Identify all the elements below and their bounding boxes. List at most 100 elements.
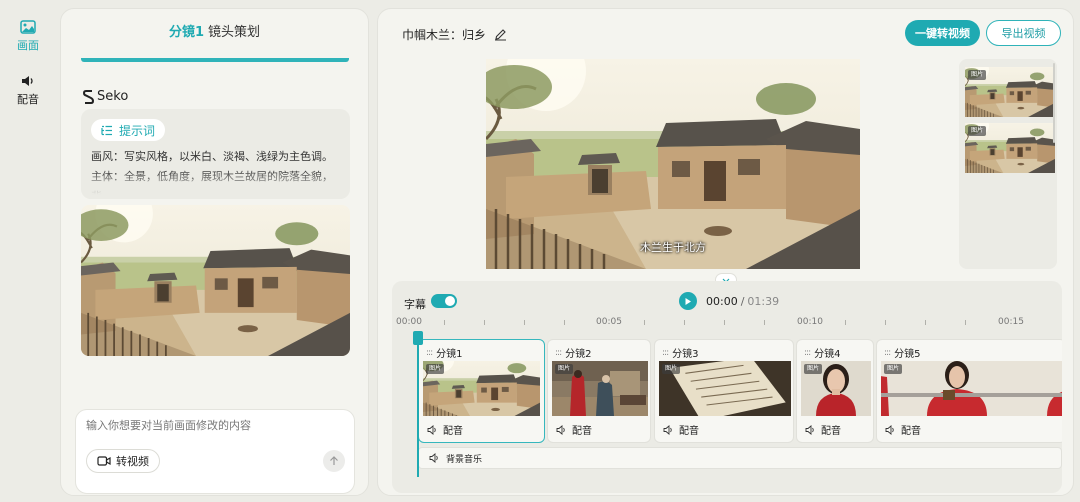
to-video-button[interactable]: 转视频 — [86, 449, 160, 473]
clip-name: 分镜3 — [672, 349, 699, 360]
thumbnail-strip: 图片 图片 — [959, 59, 1057, 269]
drag-handle-icon[interactable]: ::: — [662, 348, 669, 358]
header-bar — [81, 58, 349, 62]
current-time: 00:00 — [706, 295, 738, 308]
ruler-tick — [684, 320, 685, 325]
panel-title: 镜头策划 — [208, 25, 261, 40]
convert-to-video-button[interactable]: 一键转视频 — [905, 20, 980, 46]
nav-item-voice-label: 配音 — [17, 93, 39, 106]
clip-shot-3[interactable]: ::: 分镜3 图片 配音 — [654, 339, 794, 443]
ruler-tick — [724, 320, 725, 325]
seko-logo-icon — [83, 89, 94, 104]
preview-image — [486, 59, 860, 269]
background-music-track[interactable]: 背景音乐 — [418, 447, 1062, 469]
drag-handle-icon[interactable]: ::: — [555, 348, 562, 358]
image-icon — [20, 20, 36, 34]
prompt-chip[interactable]: 提示词 — [91, 119, 166, 141]
ruler-tick — [885, 320, 886, 325]
image-tag-label: 图片 — [807, 365, 820, 372]
clip-shot-5[interactable]: ::: 分镜5 图片 配音 — [876, 339, 1062, 443]
time-ruler[interactable]: 00:00 00:05 00:10 00:15 — [396, 317, 1054, 331]
image-tag-label: 图片 — [429, 365, 442, 372]
ruler-label: 00:05 — [596, 317, 622, 327]
clip-label: ::: 分镜4 — [804, 345, 840, 361]
ruler-tick — [764, 320, 765, 325]
image-tag-label: 图片 — [558, 365, 571, 372]
editor-panel: 巾帼木兰：归乡 一键转视频 导出视频 木兰生于北方 图片 图片 字幕 00:00… — [377, 8, 1074, 496]
clip-voice[interactable]: 配音 — [556, 422, 592, 437]
image-tag-label: 图片 — [971, 127, 984, 134]
nav-item-voice[interactable]: 配音 — [0, 74, 56, 107]
send-button[interactable] — [323, 450, 345, 472]
image-tag: 图片 — [968, 70, 987, 80]
speaker-icon — [663, 424, 672, 435]
thumbnail-scrollbar[interactable] — [1053, 63, 1055, 143]
speaker-icon — [885, 424, 894, 435]
project-title: 巾帼木兰：归乡 — [402, 26, 507, 43]
drag-handle-icon[interactable]: ::: — [804, 348, 811, 358]
clip-shot-4[interactable]: ::: 分镜4 图片 配音 — [796, 339, 874, 443]
clip-voice-label: 配音 — [901, 426, 921, 437]
clip-name: 分镜1 — [436, 349, 463, 360]
image-tag: 图片 — [804, 364, 823, 374]
clip-label: ::: 分镜3 — [662, 345, 699, 361]
video-preview[interactable]: 木兰生于北方 — [486, 59, 860, 269]
clip-image: 图片 — [552, 361, 648, 416]
clip-voice[interactable]: 配音 — [427, 422, 463, 437]
drag-handle-icon[interactable]: ::: — [426, 348, 433, 358]
panel-header: 分镜1 镜头策划 — [61, 9, 368, 59]
image-tag: 图片 — [426, 364, 445, 374]
ruler-label: 00:00 — [396, 317, 422, 327]
clip-voice-label: 配音 — [821, 426, 841, 437]
export-video-button[interactable]: 导出视频 — [986, 20, 1061, 46]
clip-image: 图片 — [881, 361, 1062, 416]
clip-voice[interactable]: 配音 — [885, 422, 921, 437]
clip-label: ::: 分镜1 — [426, 345, 463, 361]
playhead[interactable] — [413, 331, 423, 477]
image-tag-label: 图片 — [665, 365, 678, 372]
ruler-label: 00:15 — [998, 317, 1024, 327]
project-title-text: 巾帼木兰：归乡 — [402, 28, 487, 42]
thumbnail-item[interactable]: 图片 — [965, 123, 1055, 173]
clip-shot-1[interactable]: ::: 分镜1 图片 配音 — [418, 339, 545, 443]
drag-handle-icon[interactable]: ::: — [884, 348, 891, 358]
clip-track: ::: 分镜1 图片 配音 ::: 分镜2 图片 配音::: 分镜3 图片 配… — [418, 339, 1062, 445]
thumbnail-item[interactable]: 图片 — [965, 67, 1055, 117]
edit-input[interactable] — [86, 419, 346, 432]
image-tag: 图片 — [968, 126, 987, 136]
list-icon — [101, 125, 112, 135]
left-nav: 画面 配音 — [0, 0, 56, 502]
courtyard-image — [81, 205, 350, 356]
ruler-tick — [444, 320, 445, 325]
clip-voice[interactable]: 配音 — [805, 422, 841, 437]
clip-voice-label: 配音 — [443, 426, 463, 437]
edit-pencil-icon[interactable] — [494, 28, 507, 41]
image-tag: 图片 — [884, 364, 903, 374]
clip-label: ::: 分镜5 — [884, 345, 920, 361]
prompt-card[interactable]: 提示词 画风：写实风格，以米白、淡褐、浅绿为主色调。主体：全景，低角度，展现木兰… — [81, 109, 350, 199]
shot-image[interactable] — [81, 205, 350, 356]
brand-name: Seko — [97, 89, 129, 104]
image-tag-label: 图片 — [887, 365, 900, 372]
subtitle-toggle[interactable] — [431, 294, 457, 308]
play-icon — [685, 297, 691, 305]
nav-item-image-label: 画面 — [17, 39, 39, 52]
brand: Seko — [83, 89, 128, 104]
timeline: 字幕 00:00/01:39 00:00 00:05 00:10 00:15:… — [392, 281, 1062, 493]
edit-input-box: 转视频 — [75, 409, 355, 494]
clip-voice[interactable]: 配音 — [663, 422, 699, 437]
speaker-icon — [805, 424, 814, 435]
speaker-icon — [22, 76, 33, 86]
arrow-up-icon — [330, 456, 338, 465]
play-button[interactable] — [679, 292, 697, 310]
clip-shot-2[interactable]: ::: 分镜2 图片 配音 — [547, 339, 651, 443]
clip-image-art — [881, 361, 1062, 416]
image-tag: 图片 — [662, 364, 681, 374]
preview-subtitle: 木兰生于北方 — [640, 241, 706, 254]
ruler-tick — [845, 320, 846, 325]
nav-item-image[interactable]: 画面 — [0, 20, 56, 53]
clip-voice-label: 配音 — [679, 426, 699, 437]
total-time: 01:39 — [747, 295, 780, 308]
ruler-tick — [644, 320, 645, 325]
clip-image: 图片 — [423, 361, 540, 416]
